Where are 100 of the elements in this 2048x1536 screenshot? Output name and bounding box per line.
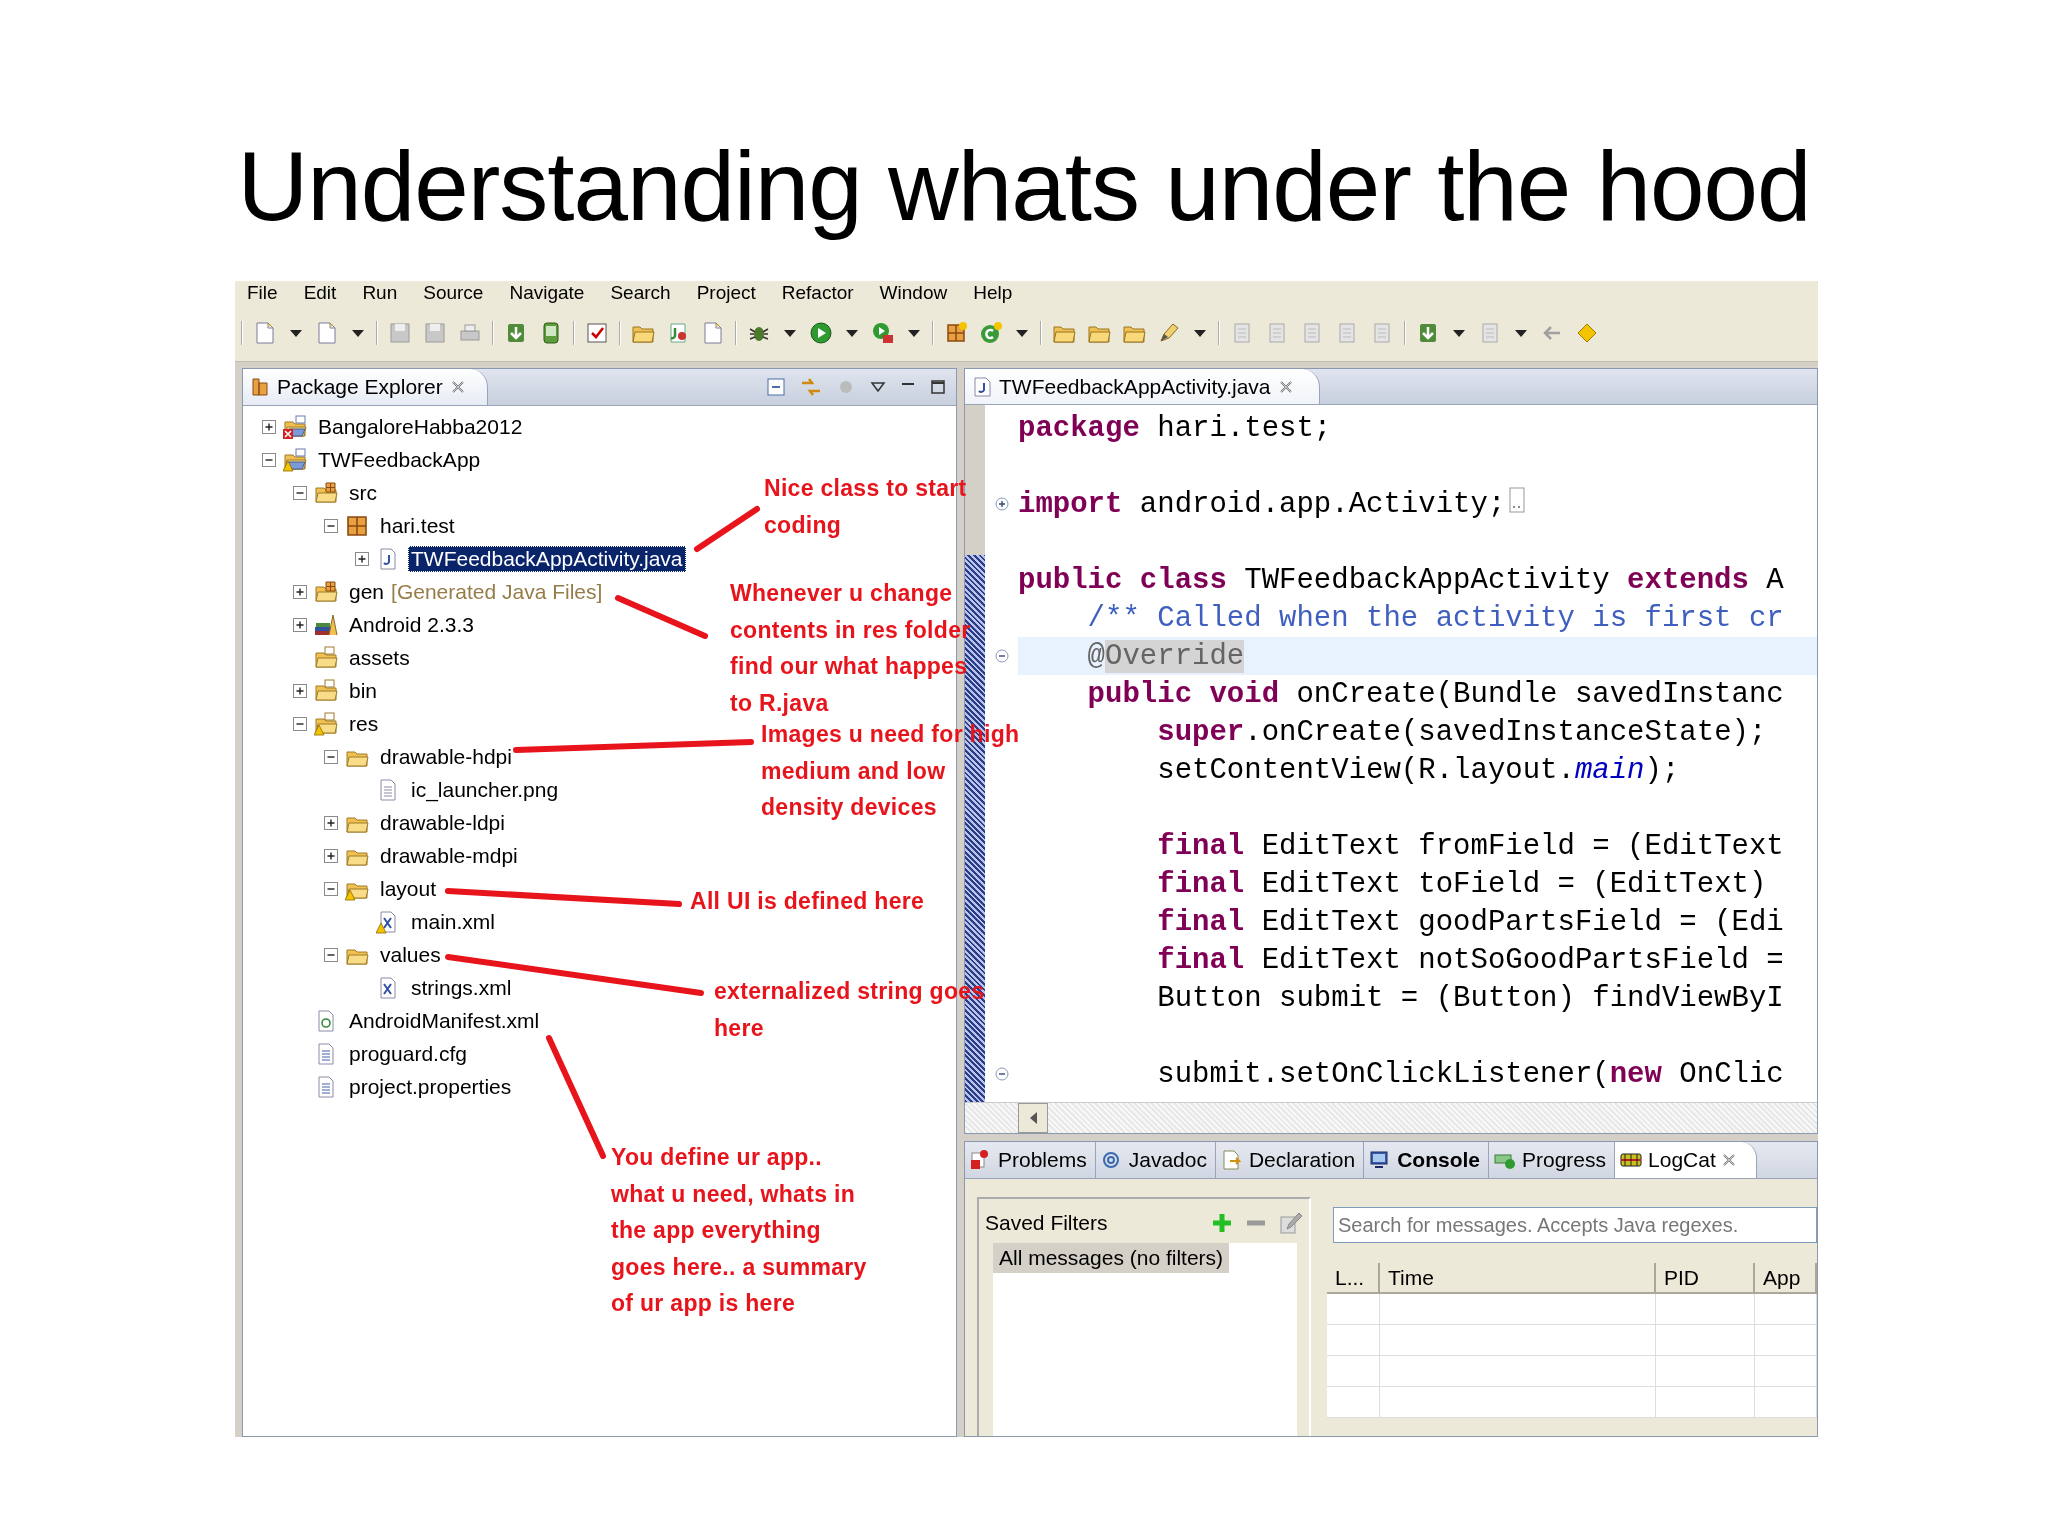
table-cell xyxy=(1327,1356,1380,1387)
tree-item-label[interactable]: BangaloreHabba2012 xyxy=(315,413,526,440)
leader-line xyxy=(694,506,760,552)
package-folder-icon xyxy=(314,480,338,505)
tree-item-label[interactable]: bin xyxy=(346,677,381,704)
declaration-icon xyxy=(1220,1149,1243,1171)
menu-item[interactable]: Navigate xyxy=(509,282,585,304)
collapse-icon[interactable] xyxy=(324,518,338,533)
tree-item-label[interactable]: TWFeedbackAppActivity.java xyxy=(408,545,686,572)
expand-icon[interactable] xyxy=(324,848,338,863)
pencil-icon[interactable] xyxy=(1157,321,1181,345)
expand-icon[interactable] xyxy=(262,419,276,434)
view-menu-icon[interactable] xyxy=(870,380,886,394)
checkbox-icon[interactable] xyxy=(585,321,609,345)
play-icon[interactable] xyxy=(809,321,833,345)
tree-item-label[interactable]: gen xyxy=(346,578,388,605)
tree-item-label[interactable]: main.xml xyxy=(408,908,498,935)
tree-item-label[interactable]: layout xyxy=(377,875,440,902)
class-circle-icon[interactable] xyxy=(979,321,1003,345)
code-line: import android.app.Activity; xyxy=(1018,487,1506,521)
run-tool-icon[interactable] xyxy=(871,321,895,345)
table-cell xyxy=(1327,1387,1380,1418)
tree-item-label[interactable]: res xyxy=(346,710,382,737)
tree-item-label[interactable]: Android 2.3.3 xyxy=(346,611,477,638)
column-header[interactable]: App xyxy=(1755,1263,1817,1294)
code-line: public class TWFeedbackAppActivity extends A xyxy=(1018,562,1785,599)
annotation-note: You define ur app.. what u need, whats in the app everything goes here.. a summary of ur app is here xyxy=(611,1143,867,1318)
horizontal-scrollbar[interactable] xyxy=(965,1102,1817,1133)
fold-expand-icon[interactable] xyxy=(994,497,1009,511)
code-line: final EditText toField = (EditText) xyxy=(1156,866,1768,903)
tree-item-decoration: [Generated Java Files] xyxy=(391,579,603,604)
filter-list-item[interactable]: All messages (no filters) xyxy=(993,1243,1230,1273)
panel-heading: Saved Filters xyxy=(985,1211,1108,1235)
menu-item[interactable]: Project xyxy=(696,282,756,304)
menu-item[interactable]: File xyxy=(247,282,278,304)
tree-item-label[interactable]: drawable-ldpi xyxy=(377,809,508,836)
menu-item[interactable]: Help xyxy=(973,282,1013,304)
menu-item[interactable]: Edit xyxy=(303,282,337,304)
expand-icon[interactable] xyxy=(355,551,369,566)
maximize-icon[interactable] xyxy=(930,379,946,395)
collapse-icon[interactable] xyxy=(262,452,276,467)
code-line: public void onCreate(Bundle savedInstanc xyxy=(1086,676,1785,713)
table-cell xyxy=(1327,1294,1380,1325)
menu-item[interactable]: Window xyxy=(879,282,948,304)
edit-icon[interactable] xyxy=(1279,1211,1303,1235)
menu-item[interactable]: Source xyxy=(423,282,484,304)
code-line: final EditText goodPartsField = (Edi xyxy=(1156,904,1785,941)
expand-icon[interactable] xyxy=(293,683,307,698)
panel-tab[interactable]: LogCat xyxy=(1615,1142,1757,1178)
tree-item-label[interactable]: assets xyxy=(346,644,413,671)
collapse-icon[interactable] xyxy=(324,947,338,962)
collapse-icon[interactable] xyxy=(324,881,338,896)
close-icon[interactable] xyxy=(450,380,465,394)
collapse-icon[interactable] xyxy=(324,749,338,764)
editor-tab[interactable]: TWFeedbackAppActivity.java xyxy=(965,369,1320,404)
grid-icon[interactable] xyxy=(944,321,968,345)
column-header[interactable]: L... xyxy=(1327,1263,1380,1294)
panel-tab[interactable]: Javadoc xyxy=(1095,1142,1216,1178)
table-cell xyxy=(1755,1387,1817,1418)
tree-item-label[interactable]: drawable-mdpi xyxy=(377,842,521,869)
menu-item[interactable]: Refactor xyxy=(781,282,854,304)
code-line: final EditText fromField = (EditText xyxy=(1156,828,1785,865)
expand-icon[interactable] xyxy=(324,815,338,830)
tree-item-label[interactable]: TWFeedbackApp xyxy=(315,446,484,473)
view-tab[interactable]: Package Explorer xyxy=(243,369,488,405)
collapse-all-icon[interactable] xyxy=(766,377,786,397)
fold-collapse-icon[interactable] xyxy=(994,649,1009,663)
column-header[interactable]: PID xyxy=(1656,1263,1755,1294)
tree-item-label[interactable]: src xyxy=(346,479,380,506)
panel-tab[interactable]: Problems xyxy=(965,1142,1096,1178)
scroll-left-button[interactable] xyxy=(1018,1103,1048,1133)
collapse-icon[interactable] xyxy=(293,716,307,731)
menu-item[interactable]: Search xyxy=(610,282,671,304)
project-folder-icon xyxy=(283,447,307,472)
tree-item-label[interactable]: drawable-hdpi xyxy=(377,743,515,770)
tree-item-label[interactable]: strings.xml xyxy=(408,974,515,1001)
panel-tab[interactable]: Declaration xyxy=(1215,1142,1365,1178)
package-icon xyxy=(345,513,369,538)
tree-item-label[interactable]: hari.test xyxy=(377,512,458,539)
folder-icon xyxy=(314,678,338,703)
expand-icon[interactable] xyxy=(293,584,307,599)
table-cell xyxy=(1755,1356,1817,1387)
close-icon[interactable] xyxy=(1721,1153,1736,1167)
tree-item-label[interactable]: ic_launcher.png xyxy=(408,776,562,803)
tree-item-label[interactable]: project.properties xyxy=(346,1073,515,1100)
fold-collapse-icon[interactable] xyxy=(994,1067,1009,1081)
column-header[interactable]: Time xyxy=(1380,1263,1656,1294)
tree-item-label[interactable]: values xyxy=(377,941,444,968)
diamond-icon[interactable] xyxy=(1575,321,1599,345)
expand-icon[interactable] xyxy=(293,617,307,632)
panel-tab[interactable]: Console xyxy=(1364,1142,1489,1178)
table-cell xyxy=(1755,1294,1817,1325)
tree-item-label[interactable]: AndroidManifest.xml xyxy=(346,1007,543,1034)
tree-item-label[interactable]: proguard.cfg xyxy=(346,1040,470,1067)
search-field[interactable]: Search for messages. Accepts Java regexes. xyxy=(1333,1207,1817,1243)
code-line: /** Called when the activity is first cr xyxy=(1086,600,1785,637)
close-icon[interactable] xyxy=(1278,379,1293,394)
collapse-icon[interactable] xyxy=(293,485,307,500)
code-line: final EditText notSoGoodPartsField = xyxy=(1156,942,1785,979)
menu-item[interactable]: Run xyxy=(362,282,398,304)
